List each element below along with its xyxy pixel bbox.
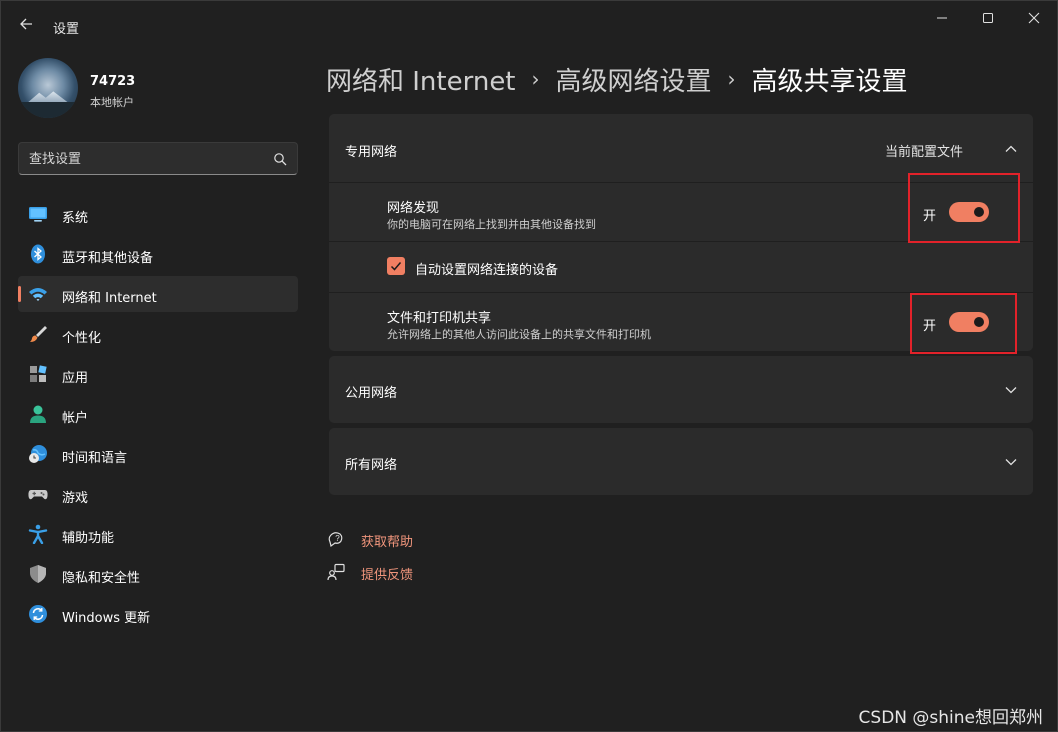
sidebar-item-label: 辅助功能: [62, 531, 115, 546]
search-box[interactable]: [18, 142, 298, 175]
back-button[interactable]: [15, 13, 37, 35]
highlight-box: [910, 293, 1017, 354]
sidebar-item-windows-update[interactable]: Windows 更新: [18, 596, 298, 632]
section-all-networks[interactable]: 所有网络: [329, 428, 1033, 495]
sidebar-item-label: 系统: [62, 211, 89, 226]
sidebar-item-accounts[interactable]: 帐户: [18, 396, 298, 432]
wifi-icon: [29, 288, 47, 301]
maximize-icon: [983, 13, 993, 23]
sidebar-item-label: 隐私和安全性: [62, 571, 141, 586]
sidebar-item-system[interactable]: 系统: [18, 196, 298, 232]
section-title: 所有网络: [345, 458, 398, 473]
accessibility-icon: [28, 524, 48, 544]
file-printer-sharing-title: 文件和打印机共享: [387, 311, 492, 326]
update-icon: [29, 605, 47, 623]
auto-setup-checkbox[interactable]: [387, 257, 405, 275]
network-discovery-title: 网络发现: [387, 201, 440, 216]
sidebar-item-personalization[interactable]: 个性化: [18, 316, 298, 352]
section-header-private[interactable]: 专用网络 当前配置文件: [329, 114, 1033, 182]
breadcrumb-separator: ›: [531, 67, 540, 91]
give-feedback-label: 提供反馈: [361, 568, 414, 583]
bluetooth-icon: [31, 244, 45, 264]
person-icon: [30, 405, 46, 423]
shield-icon: [30, 565, 46, 583]
current-profile-label: 当前配置文件: [884, 145, 963, 160]
sidebar-item-label: 应用: [62, 371, 89, 386]
sidebar-item-accessibility[interactable]: 辅助功能: [18, 516, 298, 552]
breadcrumb: 网络和 Internet › 高级网络设置 › 高级共享设置: [326, 59, 908, 99]
back-arrow-icon: [20, 18, 32, 30]
section-title: 公用网络: [345, 386, 398, 401]
maximize-button[interactable]: [965, 7, 1011, 29]
title-bar: 设置: [1, 1, 1057, 49]
chevron-down-icon[interactable]: [1003, 382, 1019, 398]
close-button[interactable]: [1011, 7, 1057, 29]
section-title: 专用网络: [345, 145, 398, 160]
checkmark-icon: [390, 262, 402, 271]
sidebar-item-label: 网络和 Internet: [62, 291, 157, 306]
user-name: 74723: [90, 74, 136, 89]
sidebar-item-bluetooth[interactable]: 蓝牙和其他设备: [18, 236, 298, 272]
sidebar-item-label: 帐户: [62, 411, 89, 426]
sidebar-item-label: 蓝牙和其他设备: [62, 251, 154, 266]
feedback-icon: [327, 563, 345, 581]
file-printer-sharing-description: 允许网络上的其他人访问此设备上的共享文件和打印机: [387, 328, 651, 341]
breadcrumb-separator: ›: [727, 67, 736, 91]
avatar[interactable]: [18, 58, 78, 118]
gamepad-icon: [28, 490, 48, 500]
window-title: 设置: [53, 22, 80, 37]
settings-window: 设置 74723 本地帐户 系统: [0, 0, 1058, 732]
sidebar-nav: 系统 蓝牙和其他设备 网络和 Internet 个性化 应用 帐户 时间和语言 …: [18, 196, 298, 636]
network-discovery-description: 你的电脑可在网络上找到并由其他设备找到: [387, 218, 596, 231]
chevron-down-icon[interactable]: [1003, 454, 1019, 470]
brush-icon: [30, 326, 47, 342]
sidebar-item-label: 游戏: [62, 491, 89, 506]
account-type: 本地帐户: [90, 96, 134, 109]
sidebar-item-gaming[interactable]: 游戏: [18, 476, 298, 512]
sidebar-item-apps[interactable]: 应用: [18, 356, 298, 392]
svg-text:?: ?: [335, 534, 340, 543]
sidebar-item-privacy-security[interactable]: 隐私和安全性: [18, 556, 298, 592]
minimize-icon: [937, 17, 947, 19]
highlight-box: [908, 173, 1020, 243]
auto-setup-label[interactable]: 自动设置网络连接的设备: [415, 259, 558, 278]
sidebar-item-network[interactable]: 网络和 Internet: [18, 276, 298, 312]
sidebar-item-label: Windows 更新: [62, 611, 151, 626]
close-icon: [1028, 12, 1040, 24]
minimize-button[interactable]: [919, 7, 965, 29]
chevron-up-icon[interactable]: [1003, 141, 1019, 157]
breadcrumb-item-network[interactable]: 网络和 Internet: [326, 61, 516, 98]
section-public-network[interactable]: 公用网络: [329, 356, 1033, 423]
help-icon: ?: [328, 532, 343, 548]
globe-clock-icon: [29, 445, 47, 463]
monitor-icon: [29, 207, 47, 222]
watermark: CSDN @shine想回郑州: [858, 708, 1043, 728]
apps-icon: [30, 365, 47, 382]
get-help-label: 获取帮助: [361, 535, 414, 550]
search-input[interactable]: [29, 150, 259, 168]
breadcrumb-item-advanced-network[interactable]: 高级网络设置: [556, 61, 712, 98]
search-icon[interactable]: [273, 152, 287, 166]
sidebar-item-label: 个性化: [62, 331, 102, 346]
page-title: 高级共享设置: [751, 66, 908, 97]
sidebar-item-label: 时间和语言: [62, 451, 128, 466]
sidebar-item-time-language[interactable]: 时间和语言: [18, 436, 298, 472]
